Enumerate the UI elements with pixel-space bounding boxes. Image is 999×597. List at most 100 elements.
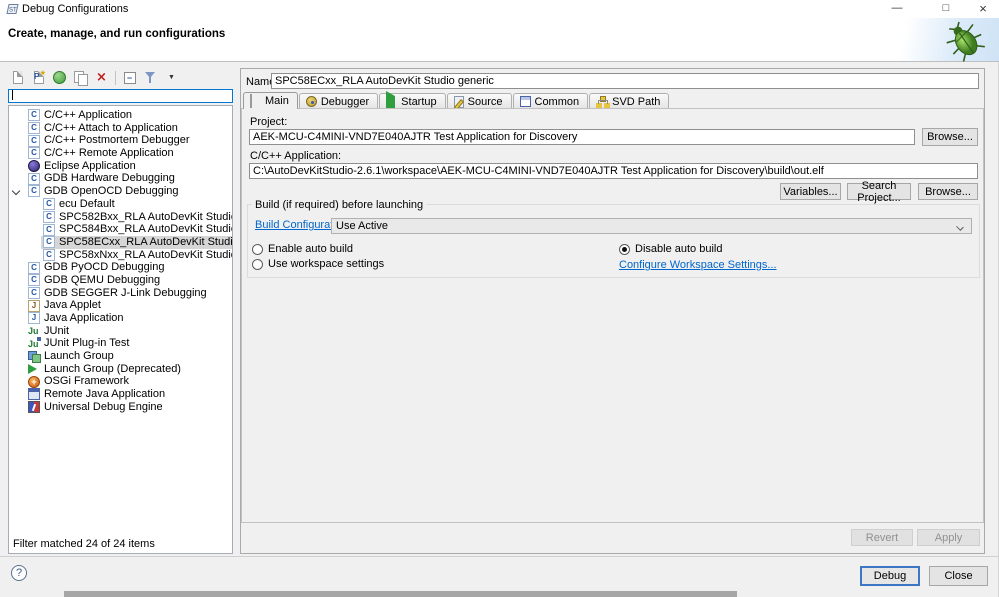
- tree-item[interactable]: SPC582Bxx_RLA AutoDevKit Studio generic: [9, 211, 232, 224]
- apply-button: Apply: [917, 529, 980, 546]
- ude-icon: [28, 401, 40, 414]
- name-input[interactable]: [271, 73, 979, 89]
- tree-item[interactable]: C/C++ Remote Application: [9, 147, 232, 160]
- tree-item[interactable]: GDB QEMU Debugging: [9, 274, 232, 287]
- toolbar-menu-arrow-icon[interactable]: ▼: [164, 70, 179, 85]
- junit-plugin-icon: [28, 336, 41, 350]
- search-project-button[interactable]: Search Project...: [847, 180, 911, 204]
- cpp-application-input[interactable]: [249, 163, 978, 179]
- tree-item-gdb-openocd[interactable]: GDB OpenOCD Debugging: [9, 185, 232, 198]
- tab-common[interactable]: Common: [512, 93, 589, 109]
- c-config-icon: [43, 248, 55, 261]
- c-config-icon: [43, 210, 55, 223]
- osgi-icon: [28, 375, 40, 388]
- tab-source[interactable]: Source: [446, 93, 512, 109]
- tree-item[interactable]: Eclipse Application: [9, 160, 232, 173]
- tree-item[interactable]: SPC584Bxx_RLA AutoDevKit Studio generic: [9, 223, 232, 236]
- eclipse-icon: [28, 160, 40, 173]
- export-configurations-icon[interactable]: [52, 70, 67, 85]
- c-config-icon: [28, 172, 40, 185]
- tree-item[interactable]: Universal Debug Engine: [9, 401, 232, 414]
- configurations-toolbar: P ★ × − ▼: [10, 69, 179, 86]
- c-config-icon: [28, 122, 40, 135]
- dialog-header: Create, manage, and run configurations: [0, 18, 999, 62]
- tree-item-selected[interactable]: SPC58ECxx_RLA AutoDevKit Studio generic: [9, 235, 232, 249]
- chevron-down-icon[interactable]: [13, 188, 19, 194]
- radio-icon[interactable]: [252, 243, 263, 255]
- minimize-icon[interactable]: —: [881, 0, 913, 18]
- maximize-icon[interactable]: □: [930, 0, 962, 18]
- tree-item[interactable]: GDB Hardware Debugging: [9, 172, 232, 185]
- variables-button[interactable]: Variables...: [780, 183, 841, 200]
- close-icon[interactable]: ×: [967, 0, 999, 18]
- duplicate-icon[interactable]: [73, 70, 88, 86]
- remote-java-icon: [28, 388, 40, 401]
- tree-item[interactable]: Launch Group (Deprecated): [9, 363, 232, 376]
- tab-svd-path[interactable]: SVD Path: [589, 93, 670, 109]
- debug-bug-icon: [946, 21, 985, 62]
- c-config-icon: [43, 236, 55, 249]
- debugger-icon: [305, 96, 317, 107]
- delete-icon[interactable]: ×: [94, 70, 109, 85]
- java-icon: [28, 312, 40, 325]
- enable-auto-build-option[interactable]: Enable auto build: [252, 243, 353, 255]
- footer-separator: [0, 556, 999, 557]
- source-icon: [453, 95, 464, 108]
- c-config-icon: [43, 223, 55, 236]
- close-button[interactable]: Close: [929, 566, 988, 586]
- toolbar-separator: [115, 70, 116, 85]
- new-configuration-icon[interactable]: [10, 70, 25, 85]
- tab-debugger[interactable]: Debugger: [298, 93, 379, 109]
- configure-workspace-settings-link[interactable]: Configure Workspace Settings...: [619, 259, 777, 271]
- tree-item[interactable]: Launch Group: [9, 350, 232, 364]
- window-icon: [519, 96, 531, 107]
- c-config-icon: [28, 134, 40, 147]
- tree-item[interactable]: C/C++ Application: [9, 109, 232, 122]
- debug-button[interactable]: Debug: [860, 566, 920, 586]
- tab-bar: Main Debugger Startup Source Common SVD …: [243, 90, 670, 113]
- svg-text:ST: ST: [9, 8, 17, 14]
- tree-item[interactable]: JUnit Plug-in Test: [9, 336, 232, 350]
- browse-application-button[interactable]: Browse...: [918, 183, 978, 200]
- c-config-icon: [28, 286, 40, 299]
- window-bottom-edge: [64, 591, 737, 597]
- tree-item[interactable]: JUnit: [9, 325, 232, 338]
- junit-icon: [28, 325, 40, 337]
- page-title: Create, manage, and run configurations: [8, 28, 226, 40]
- tree-item[interactable]: Remote Java Application: [9, 388, 232, 401]
- tree-item[interactable]: ecu Default: [9, 198, 232, 211]
- project-input[interactable]: [249, 129, 915, 145]
- tree-item[interactable]: C/C++ Postmortem Debugger: [9, 134, 232, 147]
- tree-item[interactable]: GDB PyOCD Debugging: [9, 261, 232, 274]
- tree-item[interactable]: OSGi Framework: [9, 375, 232, 388]
- disable-auto-build-option[interactable]: Disable auto build: [619, 243, 722, 255]
- collapse-all-icon[interactable]: −: [122, 70, 137, 85]
- build-configuration-select[interactable]: Use Active: [331, 218, 972, 234]
- browse-project-button[interactable]: Browse...: [922, 128, 978, 146]
- window-title: Debug Configurations: [22, 3, 129, 15]
- tab-main[interactable]: Main: [243, 92, 298, 109]
- help-icon[interactable]: ?: [11, 565, 27, 581]
- radio-icon[interactable]: [252, 258, 263, 270]
- c-config-icon: [28, 147, 40, 160]
- page-icon: [250, 94, 261, 108]
- launch-group-icon: [28, 350, 41, 364]
- tab-startup[interactable]: Startup: [379, 90, 446, 113]
- filter-input[interactable]: [8, 89, 233, 103]
- build-group-label: Build (if required) before launching: [252, 199, 427, 211]
- tree-item[interactable]: C/C++ Attach to Application: [9, 122, 232, 135]
- chevron-down-icon: [956, 223, 964, 231]
- app-icon: ST: [6, 4, 19, 14]
- radio-checked-icon[interactable]: [619, 243, 630, 255]
- use-workspace-settings-option[interactable]: Use workspace settings: [252, 258, 384, 270]
- filter-status: Filter matched 24 of 24 items: [13, 538, 155, 550]
- new-prototype-icon[interactable]: P ★: [31, 70, 46, 85]
- filter-icon[interactable]: [143, 70, 158, 85]
- svd-tree-icon: [596, 95, 609, 108]
- tree-item[interactable]: Java Application: [9, 312, 232, 325]
- c-config-icon: [28, 274, 40, 287]
- tree-item[interactable]: SPC58xNxx_RLA AutoDevKit Studio generic: [9, 249, 232, 262]
- tree-item[interactable]: Java Applet: [9, 299, 232, 312]
- tree-item[interactable]: GDB SEGGER J-Link Debugging: [9, 287, 232, 300]
- configurations-tree[interactable]: C/C++ Application C/C++ Attach to Applic…: [8, 105, 233, 554]
